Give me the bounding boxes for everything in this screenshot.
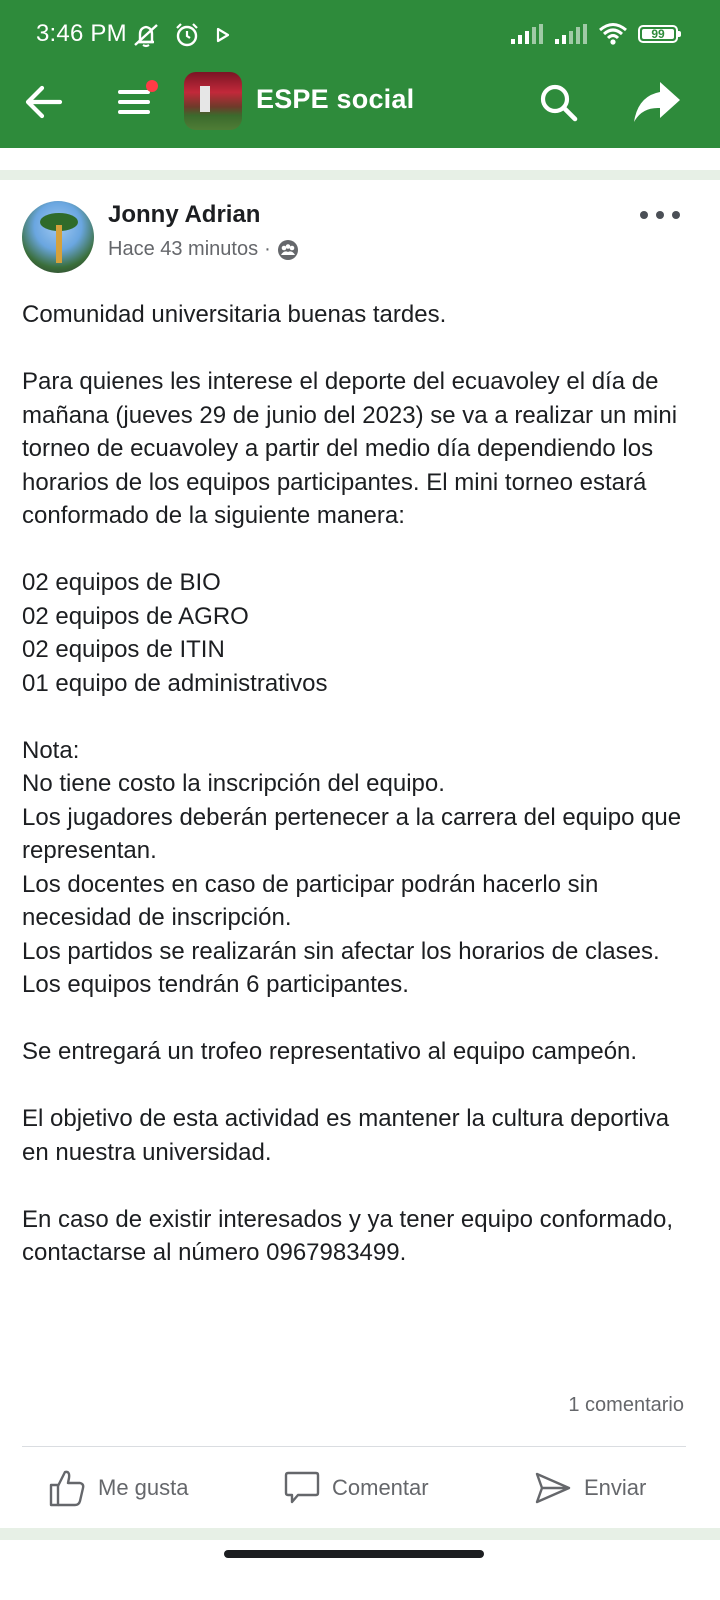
actions-divider: [22, 1446, 686, 1447]
post-time[interactable]: Hace 43 minutos: [108, 238, 258, 261]
post-paragraph: Se entregará un trofeo representativo al…: [22, 1038, 638, 1065]
send-icon: [535, 1472, 571, 1504]
battery-level: 99: [651, 27, 665, 41]
thumbs-up-icon: [49, 1470, 85, 1507]
send-label: Enviar: [584, 1475, 647, 1500]
post-body: Comunidad universitaria buenas tardes. P…: [22, 298, 698, 1270]
avatar-palm-trunk: [56, 225, 62, 263]
play-icon: [216, 27, 230, 43]
post-paragraph: 02 equipos de BIO 02 equipos de AGRO 02 …: [22, 569, 328, 697]
back-arrow-icon[interactable]: [22, 80, 66, 124]
send-button[interactable]: Enviar: [534, 1466, 646, 1510]
battery-icon: 99: [638, 25, 681, 43]
status-icons-left: [132, 22, 232, 48]
more-options-icon[interactable]: [640, 200, 680, 230]
post-paragraph: El objetivo de esta actividad es mantene…: [22, 1105, 676, 1166]
comment-button[interactable]: Comentar: [284, 1466, 429, 1510]
mute-icon: [134, 24, 158, 48]
group-thumbnail[interactable]: [184, 72, 242, 130]
status-time: 3:46 PM: [36, 20, 127, 47]
menu-button[interactable]: [116, 80, 160, 122]
search-icon[interactable]: [536, 80, 580, 124]
more-dot: [656, 211, 664, 219]
group-title[interactable]: ESPE social: [256, 84, 414, 115]
post-actions: Me gusta Comentar Enviar: [0, 1466, 720, 1510]
post-paragraph: En caso de existir interesados y ya tene…: [22, 1205, 680, 1267]
comment-count[interactable]: 1 comentario: [568, 1394, 684, 1417]
post-paragraph: Nota: No tiene costo la inscripción del …: [22, 736, 682, 999]
meta-separator: ·: [264, 238, 271, 260]
author-name[interactable]: Jonny Adrian: [108, 201, 260, 229]
more-dot: [640, 211, 648, 219]
author-avatar[interactable]: [22, 201, 94, 273]
group-thumbnail-tower: [200, 86, 210, 112]
feed-separator: [0, 170, 720, 180]
post-paragraph: Comunidad universitaria buenas tardes.: [22, 301, 447, 328]
group-audience-icon: [277, 239, 298, 260]
comment-icon: [284, 1471, 320, 1504]
like-button[interactable]: Me gusta: [48, 1466, 189, 1510]
post-paragraph: Para quienes les interese el deporte del…: [22, 368, 684, 529]
wifi-icon: [599, 23, 627, 45]
signal-icon: [555, 24, 587, 44]
post-meta: Hace 43 minutos ·: [108, 238, 299, 261]
comment-label: Comentar: [332, 1475, 429, 1500]
alarm-icon: [176, 23, 198, 47]
signal-icon: [511, 24, 543, 44]
notification-dot: [146, 80, 158, 92]
app-header: 3:46 PM 99 ESPE social: [0, 0, 720, 148]
feed-separator: [0, 1528, 720, 1540]
share-icon[interactable]: [632, 78, 682, 126]
more-dot: [672, 211, 680, 219]
status-icons-right: 99: [510, 22, 681, 46]
gesture-nav-bar[interactable]: [224, 1550, 484, 1558]
like-label: Me gusta: [98, 1475, 189, 1500]
